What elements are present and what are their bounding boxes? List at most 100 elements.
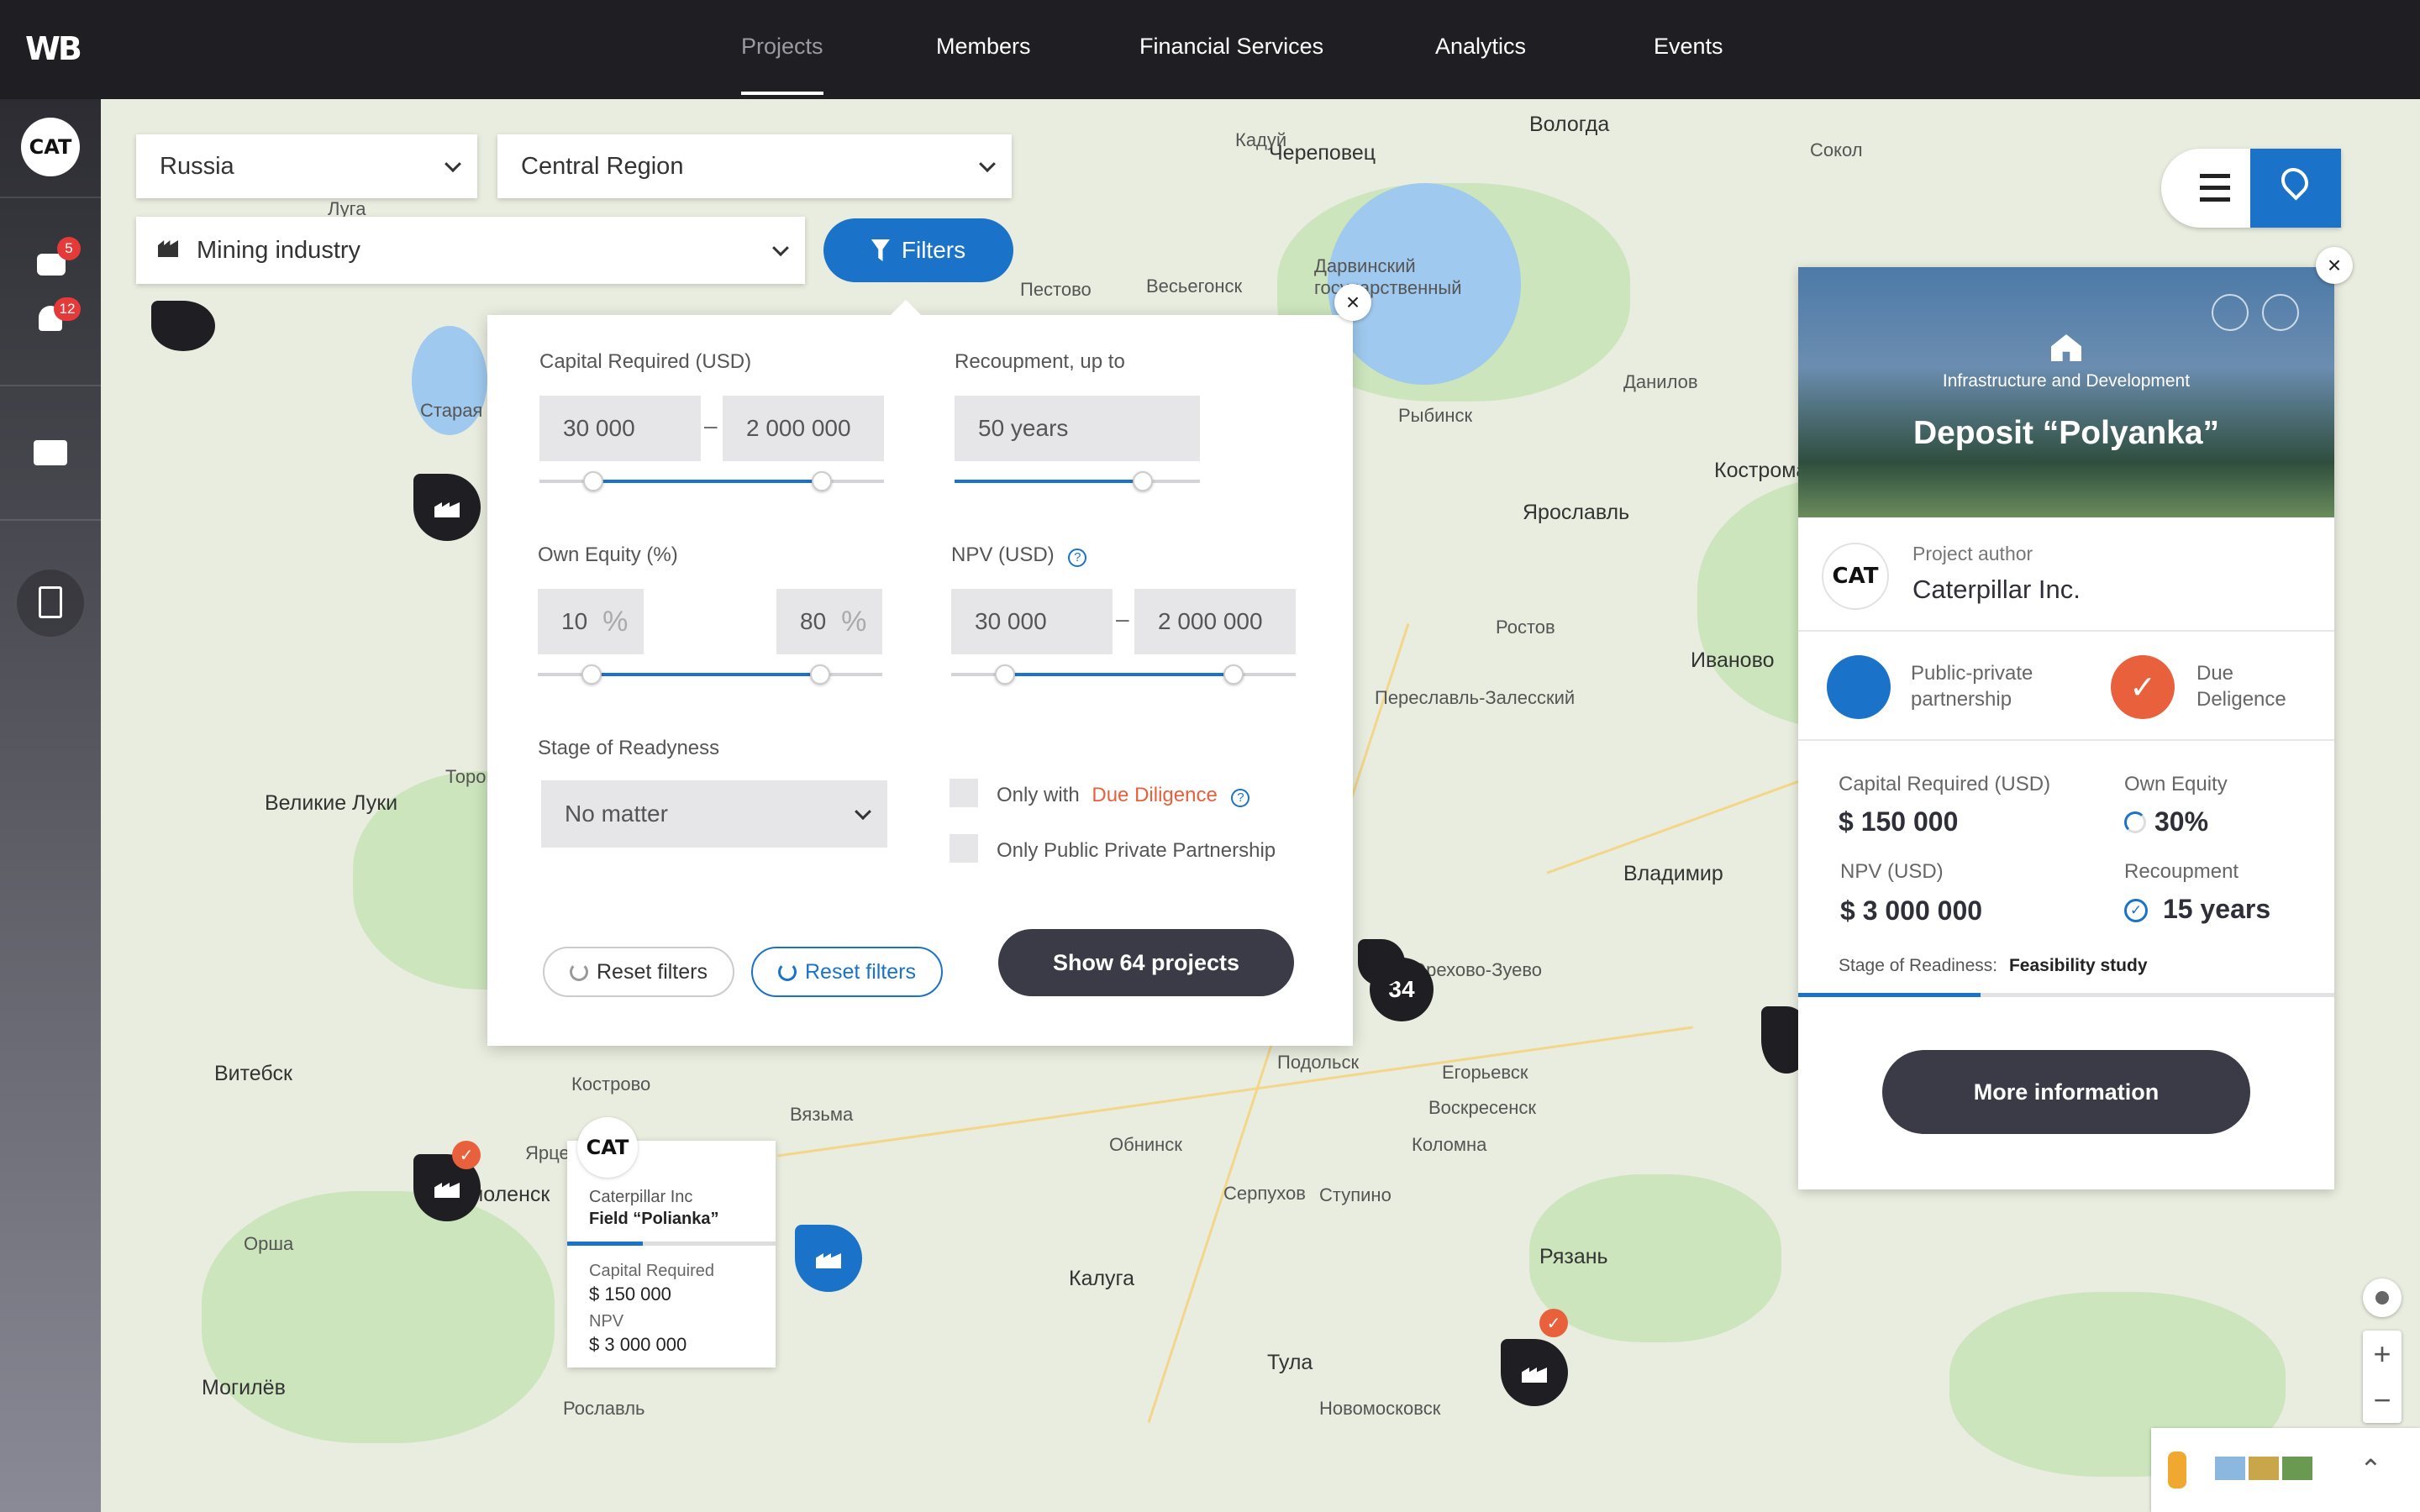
- due-diligence-link[interactable]: Due Diligence: [1092, 784, 1217, 806]
- city-label: Переславль-Залесский: [1375, 687, 1576, 708]
- capital-min-handle[interactable]: [583, 471, 603, 491]
- list-view-icon[interactable]: [2200, 174, 2230, 202]
- chevron-down-icon: [979, 155, 996, 173]
- reset-filters-button-hover[interactable]: Reset filters: [751, 947, 943, 997]
- city-label: Ступино: [1319, 1184, 1392, 1205]
- only-with-text: Only with: [997, 784, 1080, 806]
- city-label: Ярославль: [1523, 501, 1630, 524]
- npv-label: NPV (USD) ?: [951, 543, 1087, 567]
- country-select[interactable]: Russia: [136, 134, 477, 198]
- pegman-icon[interactable]: [2168, 1452, 2186, 1488]
- city-label: Владимир: [1623, 862, 1723, 885]
- popup-project-title: Field “Polianka”: [589, 1210, 719, 1228]
- factory-icon: [816, 1248, 841, 1268]
- share-icon[interactable]: [2212, 294, 2249, 331]
- author-name[interactable]: Caterpillar Inc.: [1912, 575, 2081, 605]
- project-marker[interactable]: [151, 301, 215, 351]
- add-document-button[interactable]: [17, 570, 84, 637]
- filters-button[interactable]: Filters: [823, 218, 1013, 282]
- filters-label: Filters: [901, 237, 966, 263]
- reset-filters-button[interactable]: Reset filters: [543, 947, 734, 997]
- equity-max-handle[interactable]: [810, 664, 830, 685]
- bookmark-icon[interactable]: [2262, 294, 2299, 331]
- reset-filters-label: Reset filters: [597, 959, 708, 984]
- chevron-down-icon: [445, 155, 461, 173]
- popup-company: Caterpillar Inc: [589, 1188, 693, 1206]
- stage-select[interactable]: No matter: [541, 780, 887, 848]
- ppp-checkbox[interactable]: [950, 834, 978, 863]
- factory-icon: [434, 1178, 460, 1198]
- city-label: Рославль: [563, 1398, 645, 1419]
- due-diligence-icon: ✓: [2111, 655, 2175, 719]
- filter-panel: Capital Required (USD) 30 000 – 2 000 00…: [487, 300, 1353, 1046]
- refresh-icon: [570, 963, 588, 981]
- map-forest: [202, 1191, 555, 1443]
- more-information-button[interactable]: More information: [1882, 1050, 2250, 1134]
- recoupment-handle[interactable]: [1133, 471, 1153, 491]
- app-logo[interactable]: WB: [25, 30, 82, 67]
- capital-max-input[interactable]: 2 000 000: [723, 396, 884, 461]
- project-popup[interactable]: CAT Caterpillar Inc Field “Polianka” Cap…: [567, 1117, 776, 1368]
- company-avatar[interactable]: CAT: [21, 118, 80, 176]
- capital-value: $ 150 000: [1839, 806, 1959, 837]
- divider: [1798, 739, 2334, 741]
- layer-thumb-icon[interactable]: [2282, 1457, 2312, 1480]
- project-marker[interactable]: [1501, 1339, 1568, 1406]
- equity-min-value: 10: [561, 608, 588, 634]
- nav-events[interactable]: Events: [1654, 34, 1723, 60]
- npv-label-text: NPV (USD): [951, 543, 1055, 566]
- factory-icon: [1522, 1362, 1547, 1383]
- handshake-icon: [1827, 655, 1891, 719]
- due-diligence-checkbox[interactable]: [950, 779, 978, 807]
- briefcase-icon[interactable]: [34, 440, 67, 465]
- show-projects-button[interactable]: Show 64 projects: [998, 929, 1294, 996]
- industry-select[interactable]: Mining industry: [136, 217, 805, 284]
- zoom-out-button[interactable]: −: [2373, 1377, 2391, 1423]
- zoom-in-button[interactable]: +: [2373, 1331, 2391, 1377]
- city-label: Воскресенск: [1428, 1097, 1537, 1118]
- layer-thumb-icon[interactable]: [2249, 1457, 2279, 1480]
- project-category: Infrastructure and Development: [1942, 371, 2191, 391]
- nav-projects[interactable]: Projects: [741, 34, 823, 95]
- project-marker-selected[interactable]: [795, 1225, 862, 1292]
- equity-min-handle[interactable]: [581, 664, 602, 685]
- author-label: Project author: [1912, 543, 2033, 564]
- recoupment-value: 15 years: [2163, 894, 2271, 924]
- equity-min-input[interactable]: 10%: [538, 589, 644, 654]
- city-label: Кострома: [1714, 459, 1808, 482]
- npv-min-input[interactable]: 30 000: [951, 589, 1113, 654]
- recoupment-slider-fill: [955, 480, 1143, 483]
- npv-max-handle[interactable]: [1223, 664, 1244, 685]
- project-card: Infrastructure and Development Deposit “…: [1798, 267, 2334, 1189]
- capital-min-input[interactable]: 30 000: [539, 396, 701, 461]
- close-card-button[interactable]: ×: [2316, 247, 2353, 284]
- due-diligence-label: Only with Due Diligence ?: [997, 784, 1250, 807]
- checkmark-icon: ✓: [452, 1141, 481, 1169]
- company-avatar: CAT: [577, 1117, 638, 1178]
- recoupment-input[interactable]: 50 years: [955, 396, 1200, 461]
- stage-row: Stage of Readiness: Feasibility study: [1839, 956, 2148, 976]
- nav-financial-services[interactable]: Financial Services: [1139, 34, 1323, 60]
- project-marker[interactable]: [1358, 939, 1405, 986]
- region-select[interactable]: Central Region: [497, 134, 1012, 198]
- home-icon: [2051, 334, 2081, 361]
- capital-max-handle[interactable]: [812, 471, 832, 491]
- equity-max-input[interactable]: 80%: [776, 589, 882, 654]
- npv-min-handle[interactable]: [995, 664, 1015, 685]
- map-view-button[interactable]: [2250, 149, 2341, 228]
- help-icon[interactable]: ?: [1068, 548, 1087, 567]
- percent-sign: %: [841, 605, 867, 638]
- my-location-button[interactable]: [2363, 1278, 2402, 1317]
- nav-analytics[interactable]: Analytics: [1435, 34, 1526, 60]
- view-toggle: [2161, 149, 2341, 228]
- close-filters-button[interactable]: ×: [1334, 284, 1371, 321]
- checkmark-icon: ✓: [1539, 1309, 1568, 1337]
- layer-thumb-icon[interactable]: [2215, 1457, 2245, 1480]
- project-marker[interactable]: [413, 474, 481, 541]
- equity-max-value: 80: [800, 608, 827, 634]
- help-icon[interactable]: ?: [1231, 788, 1250, 807]
- nav-members[interactable]: Members: [936, 34, 1031, 60]
- stage-progress-fill: [1798, 993, 1981, 997]
- chevron-up-icon[interactable]: ⌃: [2360, 1453, 2382, 1485]
- npv-max-input[interactable]: 2 000 000: [1134, 589, 1296, 654]
